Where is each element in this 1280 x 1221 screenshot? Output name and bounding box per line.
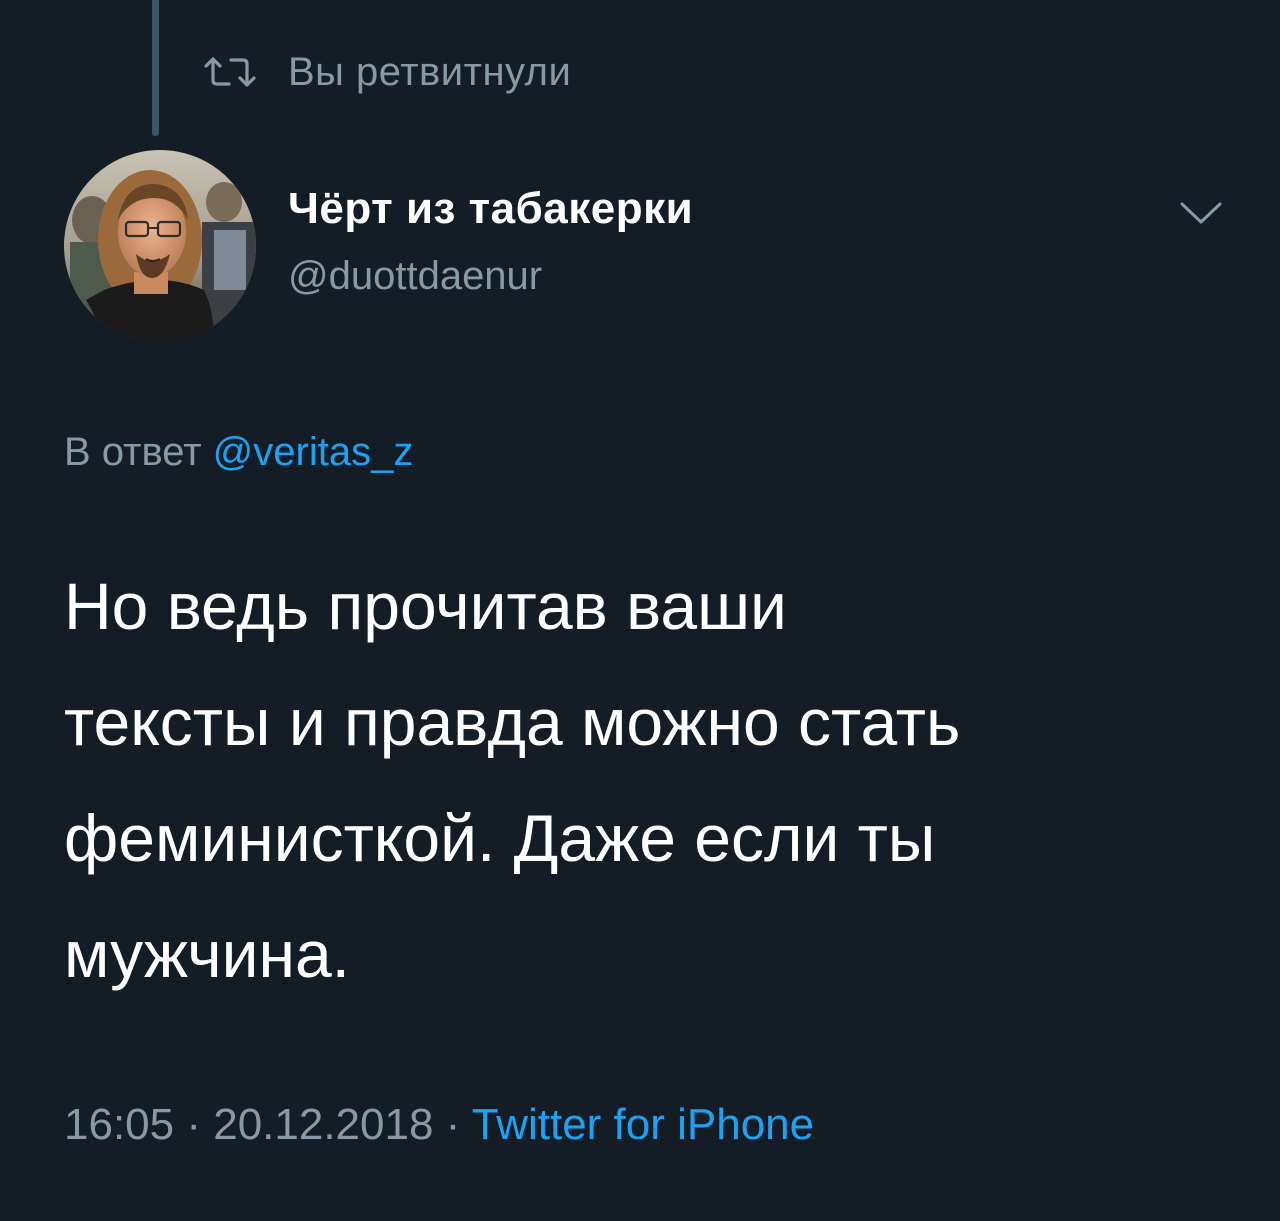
tweet-text-line: феминисткой. Даже если ты bbox=[64, 801, 936, 875]
retweet-label: Вы ретвитнули bbox=[288, 49, 572, 94]
reply-prefix: В ответ bbox=[64, 430, 202, 474]
tweet-text-line: тексты и правда можно стать bbox=[64, 685, 961, 759]
tweet-date: 20.12.2018 bbox=[213, 1100, 434, 1149]
tweet-time: 16:05 bbox=[64, 1100, 175, 1149]
tweet-text-line: Но ведь прочитав ваши bbox=[64, 569, 787, 643]
meta-separator: · bbox=[174, 1100, 214, 1149]
meta-separator: · bbox=[433, 1100, 472, 1149]
author-username[interactable]: @duottdaenur bbox=[288, 254, 542, 299]
avatar-photo bbox=[64, 150, 256, 342]
thread-line bbox=[152, 0, 159, 136]
tweet-meta: 16:05 · 20.12.2018 · Twitter for iPhone bbox=[64, 1100, 814, 1150]
reply-context: В ответ @veritas_z bbox=[64, 430, 413, 475]
tweet-source-link[interactable]: Twitter for iPhone bbox=[472, 1100, 814, 1149]
retweet-icon bbox=[204, 57, 256, 87]
retweet-context: Вы ретвитнули bbox=[202, 44, 571, 100]
tweet-text: Но ведь прочитав ваши тексты и правда мо… bbox=[64, 548, 1244, 1012]
avatar[interactable] bbox=[64, 150, 256, 342]
tweet-text-line: мужчина. bbox=[64, 917, 351, 991]
chevron-down-icon[interactable] bbox=[1178, 198, 1224, 228]
reply-handle-link[interactable]: @veritas_z bbox=[213, 430, 414, 474]
author-display-name[interactable]: Чёрт из табакерки bbox=[288, 184, 693, 234]
